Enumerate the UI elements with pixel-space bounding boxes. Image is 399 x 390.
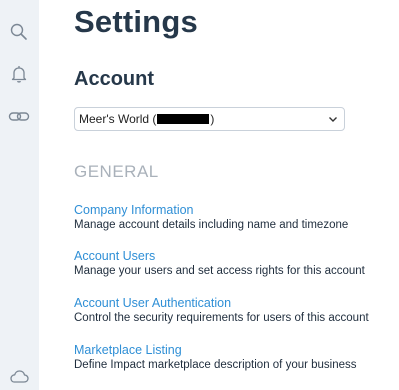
- setting-item-marketplace-listing: Marketplace Listing Define Impact market…: [74, 343, 394, 372]
- chevron-down-icon: [328, 116, 338, 123]
- page-title: Settings: [74, 4, 198, 39]
- setting-item-company-information: Company Information Manage account detai…: [74, 203, 394, 232]
- bell-icon[interactable]: [7, 62, 31, 86]
- general-heading: GENERAL: [74, 162, 159, 181]
- setting-item-account-user-authentication: Account User Authentication Control the …: [74, 296, 394, 325]
- company-information-description: Manage account details including name an…: [74, 219, 349, 231]
- search-icon[interactable]: [7, 20, 31, 44]
- link-icon[interactable]: [7, 104, 31, 128]
- setting-item-account-users: Account Users Manage your users and set …: [74, 249, 394, 278]
- account-select[interactable]: Meer's World (): [74, 107, 345, 131]
- cloud-icon[interactable]: [7, 364, 31, 388]
- sidebar: [0, 0, 39, 390]
- account-user-authentication-description: Control the security requirements for us…: [74, 312, 369, 324]
- account-section-title: Account: [74, 68, 154, 90]
- settings-main: Settings Account Meer's World () GENERAL…: [74, 0, 399, 390]
- marketplace-listing-description: Define Impact marketplace description of…: [74, 359, 357, 371]
- account-select-suffix: ): [210, 112, 215, 126]
- company-information-link[interactable]: Company Information: [74, 203, 394, 218]
- account-users-description: Manage your users and set access rights …: [74, 265, 365, 277]
- marketplace-listing-link[interactable]: Marketplace Listing: [74, 343, 394, 358]
- redacted-text: [157, 113, 210, 124]
- account-select-prefix: Meer's World (: [79, 112, 157, 126]
- account-user-authentication-link[interactable]: Account User Authentication: [74, 296, 394, 311]
- account-users-link[interactable]: Account Users: [74, 249, 394, 264]
